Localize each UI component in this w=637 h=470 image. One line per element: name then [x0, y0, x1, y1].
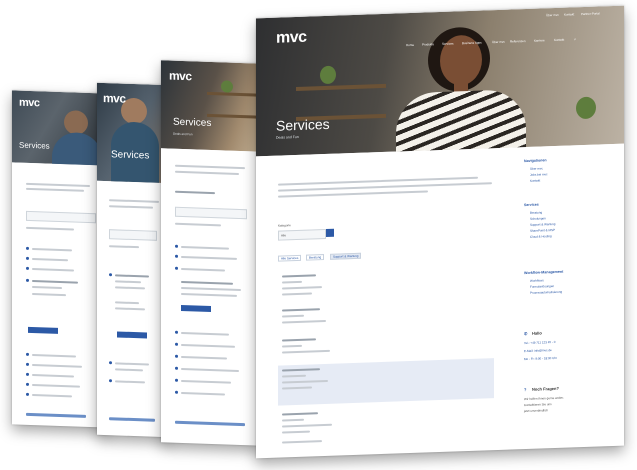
hero-banner: mvc Über mvc Kontakt Partner-Portal Home… — [256, 5, 624, 157]
filter-select[interactable]: Alle — [278, 228, 326, 241]
hero-person-shirt — [396, 88, 526, 157]
top-nav-link[interactable]: Kontakt — [564, 12, 574, 16]
sidebar-item[interactable]: Schulungen — [530, 216, 546, 221]
faq-line: Wir helfen Ihnen gerne weiter. — [524, 395, 564, 402]
contact-phone[interactable]: Tel.: +49 711 123 45 - 0 — [524, 340, 555, 345]
sidebar-item[interactable]: Cloud & Hosting — [530, 234, 552, 239]
sidebar-item[interactable]: Über mvc — [530, 166, 543, 170]
tab-support[interactable]: Support & Wartung — [330, 252, 362, 260]
hero-banner: mvc Services Deals and Fun — [161, 60, 261, 152]
screenshot-back-2: mvc Services — [97, 82, 169, 438]
search-icon[interactable]: ⌕ — [574, 36, 576, 41]
phone-icon: ✆ — [524, 330, 528, 337]
page-subtitle: Deals and Fun — [173, 131, 193, 137]
sidebar-item[interactable]: Prozessautomatisierung — [530, 290, 562, 295]
main-nav-business-apps[interactable]: Business Apps — [462, 41, 482, 46]
page-title: Services — [111, 149, 150, 162]
sidebar-heading: Navigationen — [524, 158, 547, 164]
page-title: Services — [173, 116, 212, 130]
action-button[interactable] — [117, 331, 147, 339]
sidebar-heading: Workflow-Management — [524, 269, 564, 276]
hero-person-image — [64, 110, 88, 135]
sidebar-item[interactable]: Support & Wartung — [530, 222, 555, 227]
faq-line: jetzt unverbindlich — [524, 408, 549, 414]
tab-beratung[interactable]: Beratung — [306, 254, 325, 261]
page-subtitle: Deals and Fun — [276, 134, 299, 140]
brand-logo[interactable]: mvc — [169, 69, 192, 84]
contact-heading: Hallo — [532, 330, 542, 336]
main-nav-referenzen[interactable]: Referenzen — [510, 39, 526, 44]
brand-logo[interactable]: mvc — [103, 91, 126, 106]
main-nav-home[interactable]: Home — [406, 43, 414, 47]
hero-banner: mvc Services — [12, 90, 108, 166]
hero-banner: mvc Services — [97, 82, 169, 184]
top-nav-link[interactable]: Über mvc — [546, 13, 559, 17]
sidebar-item[interactable]: SharePoint & MSP — [530, 228, 555, 233]
faq-heading: Noch Fragen? — [532, 385, 559, 392]
top-nav-link[interactable]: Partner-Portal — [581, 11, 600, 16]
filter-box[interactable] — [109, 229, 157, 241]
contact-hours: Mo - Fr: 9:00 - 18:00 Uhr — [524, 355, 558, 362]
brand-logo[interactable]: mvc — [276, 29, 307, 48]
screenshot-back-3: mvc Services Deals and Fun — [161, 60, 261, 446]
sidebar-item[interactable]: Workflows — [530, 278, 544, 282]
main-nav-produkte[interactable]: Produkte — [422, 42, 434, 46]
sidebar-item[interactable]: Kontakt — [530, 179, 540, 183]
filter-label: Kategorie — [278, 223, 291, 228]
page-title: Services — [19, 140, 50, 151]
action-button[interactable] — [181, 304, 211, 312]
filter-apply-button[interactable] — [326, 228, 334, 237]
faq-line[interactable]: Kontaktieren Sie uns — [524, 402, 552, 407]
main-nav-kontakt[interactable]: Kontakt — [554, 38, 564, 42]
screenshot-back-1: mvc Services — [12, 90, 108, 428]
tab-all-services[interactable]: Alle Services — [278, 254, 302, 262]
filter-box[interactable] — [26, 210, 96, 224]
brand-logo[interactable]: mvc — [19, 97, 40, 110]
sidebar-heading: Services — [524, 202, 539, 208]
main-nav-services[interactable]: Services — [442, 42, 454, 46]
question-icon: ? — [524, 386, 527, 393]
filter-box[interactable] — [175, 206, 247, 220]
main-nav-karriere[interactable]: Karriere — [534, 38, 545, 42]
main-nav-ueber[interactable]: Über mvc — [492, 40, 505, 44]
action-button[interactable] — [28, 326, 58, 334]
sidebar-item[interactable]: Formularlösungen — [530, 284, 554, 289]
contact-email[interactable]: E-Mail: info@mvc.de — [524, 348, 552, 353]
page-title: Services — [276, 115, 330, 134]
sidebar-item[interactable]: Jobs bei mvc — [530, 172, 548, 177]
sidebar-item[interactable]: Beratung — [530, 210, 542, 214]
screenshot-front: mvc Über mvc Kontakt Partner-Portal Home… — [256, 5, 624, 459]
